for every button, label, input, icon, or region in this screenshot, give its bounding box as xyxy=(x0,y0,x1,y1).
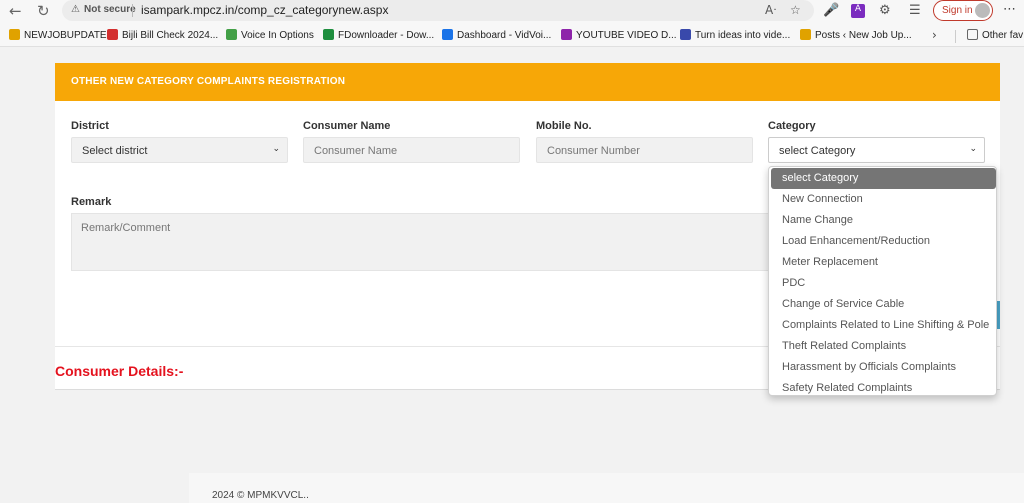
bookmark-item[interactable]: Voice In Options xyxy=(226,29,314,43)
bookmark-item[interactable]: NEWJOBUPDATE xyxy=(9,29,107,43)
footer-copyright: 2024 © MPMKVVCL.. xyxy=(212,490,309,501)
browser-toolbar: ← ↻ ⚠ Not secure isampark.mpcz.in/comp_c… xyxy=(0,0,1024,24)
category-option[interactable]: PDC xyxy=(771,273,996,294)
bookmark-item[interactable]: Posts ‹ New Job Up... xyxy=(800,29,912,43)
district-select[interactable]: Select district ⌄ xyxy=(71,137,288,163)
form-header: OTHER NEW CATEGORY COMPLAINTS REGISTRATI… xyxy=(55,63,1000,101)
district-label: District xyxy=(71,120,109,132)
bookmark-folder[interactable]: Other fav xyxy=(967,29,1023,43)
category-label: Category xyxy=(768,120,816,132)
puzzle-icon[interactable]: ⚙ xyxy=(879,3,891,18)
bookmark-icon xyxy=(800,29,811,40)
chevron-down-icon: ⌄ xyxy=(272,144,280,154)
category-option[interactable]: Name Change xyxy=(771,210,996,231)
favorite-star-icon[interactable]: ☆ xyxy=(790,3,801,17)
warning-icon: ⚠ xyxy=(71,4,80,15)
form-title: OTHER NEW CATEGORY COMPLAINTS REGISTRATI… xyxy=(71,76,346,87)
bookmark-icon xyxy=(107,29,118,40)
category-option[interactable]: Complaints Related to Line Shifting & Po… xyxy=(771,315,996,336)
signin-button[interactable]: Sign in xyxy=(933,0,993,21)
bookmark-label: NEWJOBUPDATE xyxy=(24,30,107,41)
category-option[interactable]: Safety Related Complaints xyxy=(771,378,996,399)
consumer-name-label: Consumer Name xyxy=(303,120,391,132)
remark-placeholder: Remark/Comment xyxy=(81,222,171,234)
avatar xyxy=(975,3,990,18)
bookmark-item[interactable]: Turn ideas into vide... xyxy=(680,29,790,43)
category-option[interactable]: Harassment by Officials Complaints xyxy=(771,357,996,378)
category-option[interactable]: Theft Related Complaints xyxy=(771,336,996,357)
microphone-icon[interactable]: 🎤 xyxy=(823,3,839,18)
bookmark-label: YOUTUBE VIDEO D... xyxy=(576,30,677,41)
security-status[interactable]: Not secure xyxy=(84,4,136,15)
category-option[interactable]: Load Enhancement/Reduction xyxy=(771,231,996,252)
bookmark-label: Posts ‹ New Job Up... xyxy=(815,30,912,41)
bookmark-icon xyxy=(226,29,237,40)
bookmark-icon xyxy=(323,29,334,40)
bookmark-divider xyxy=(955,30,956,43)
category-select[interactable]: select Category ⌄ xyxy=(768,137,985,163)
bookmark-label: Bijli Bill Check 2024... xyxy=(122,30,219,41)
footer: 2024 © MPMKVVCL.. xyxy=(189,473,1024,503)
bookmark-item[interactable]: YOUTUBE VIDEO D... xyxy=(561,29,677,43)
read-aloud-icon[interactable]: Aᐧ xyxy=(765,3,776,17)
consumer-details-heading: Consumer Details:- xyxy=(55,363,184,379)
signin-label: Sign in xyxy=(942,5,973,16)
url-text[interactable]: isampark.mpcz.in/comp_cz_categorynew.asp… xyxy=(141,3,388,17)
category-dropdown-list: select Category New Connection Name Chan… xyxy=(768,166,997,396)
mobile-label: Mobile No. xyxy=(536,120,592,132)
bookmark-label: Voice In Options xyxy=(241,30,314,41)
consumer-name-input[interactable]: Consumer Name xyxy=(303,137,520,163)
remark-label: Remark xyxy=(71,196,112,208)
bookmark-label: Other fav xyxy=(982,30,1024,41)
folder-icon xyxy=(967,29,978,40)
remark-textarea[interactable]: Remark/Comment xyxy=(71,213,816,271)
bookmark-item[interactable]: Dashboard - VidVoi... xyxy=(442,29,551,43)
reload-icon[interactable]: ↻ xyxy=(37,2,50,20)
mobile-input[interactable]: Consumer Number xyxy=(536,137,753,163)
bookmark-label: Dashboard - VidVoi... xyxy=(457,30,552,41)
bookmark-icon xyxy=(561,29,572,40)
bookmark-label: Turn ideas into vide... xyxy=(695,30,791,41)
category-option[interactable]: New Connection xyxy=(771,189,996,210)
bookmarks-bar: NEWJOBUPDATE Bijli Bill Check 2024... Vo… xyxy=(0,24,1024,47)
bookmark-label: FDownloader - Dow... xyxy=(338,30,435,41)
category-option[interactable]: Meter Replacement xyxy=(771,252,996,273)
category-option[interactable]: select Category xyxy=(771,168,996,189)
bookmark-icon xyxy=(680,29,691,40)
address-bar[interactable]: ⚠ Not secure isampark.mpcz.in/comp_cz_ca… xyxy=(62,0,814,21)
category-value: select Category xyxy=(779,145,856,157)
district-value: Select district xyxy=(82,145,148,157)
category-option[interactable]: Change of Service Cable xyxy=(771,294,996,315)
bookmark-item[interactable]: Bijli Bill Check 2024... xyxy=(107,29,218,43)
bookmark-icon xyxy=(442,29,453,40)
back-arrow-icon[interactable]: ← xyxy=(9,2,22,20)
chevron-right-icon[interactable]: › xyxy=(932,28,937,42)
chevron-down-icon: ⌄ xyxy=(969,144,977,154)
consumer-name-placeholder: Consumer Name xyxy=(314,145,398,157)
bookmark-icon xyxy=(9,29,20,40)
extension-icon[interactable]: A xyxy=(851,4,865,18)
favorites-list-icon[interactable]: ☰ xyxy=(909,3,921,18)
more-menu-icon[interactable]: ⋯ xyxy=(1003,2,1016,17)
mobile-placeholder: Consumer Number xyxy=(547,145,640,157)
bookmark-item[interactable]: FDownloader - Dow... xyxy=(323,29,434,43)
address-divider xyxy=(132,4,133,17)
